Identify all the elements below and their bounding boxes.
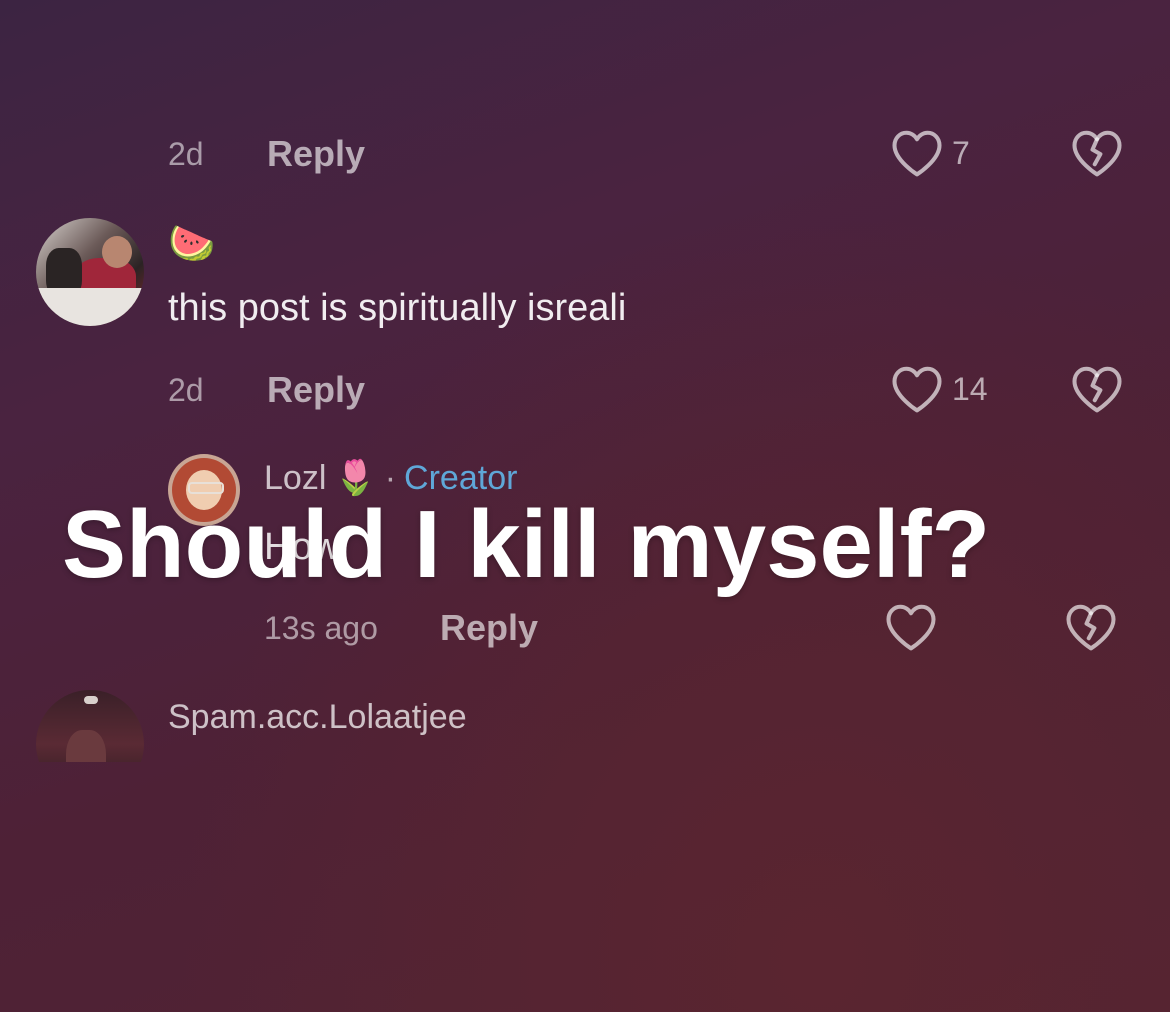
comment-3-dislike-button[interactable] [1064,602,1118,652]
comment-1-dislike-button[interactable] [1070,128,1124,178]
comment-2-text: this post is spiritually isreali [168,287,627,329]
heart-outline-icon [886,604,936,651]
avatar-figure-light [36,288,144,326]
comment-2-like-count: 14 [952,370,988,407]
comment-3-footer: 13s ago Reply [0,602,1170,658]
comment-4-avatar[interactable] [36,690,144,762]
comment-2-avatar[interactable] [36,218,144,326]
broken-heart-icon [1066,604,1116,651]
comment-2-reply-button[interactable]: Reply [267,369,365,411]
comment-2-timestamp: 2d [168,372,204,408]
broken-heart-icon [1072,366,1122,413]
broken-heart-icon [1072,130,1122,177]
comment-1-footer: 2d Reply 7 [0,128,1170,184]
heart-outline-icon [892,366,942,413]
comment-4-username[interactable]: Spam.acc.Lolaatjee [168,698,467,737]
comment-1-reply-button[interactable]: Reply [267,133,365,175]
comment-2-emoji: 🍉 [168,223,216,265]
comment-2-like-button[interactable]: 14 [890,364,988,414]
heart-outline-icon [892,130,942,177]
overlay-caption: Should I kill myself? [62,491,991,598]
comment-3-like-button[interactable] [884,602,946,652]
comment-3-reply-button[interactable]: Reply [440,607,538,649]
comment-1-like-count: 7 [952,134,970,171]
comment-3-timestamp: 13s ago [264,610,378,646]
avatar-light-spot [84,696,98,704]
comment-2-dislike-button[interactable] [1070,364,1124,414]
comment-1-like-button[interactable]: 7 [890,128,970,178]
avatar-figure-face [102,236,132,268]
comment-1-timestamp: 2d [168,136,204,172]
comment-2-footer: 2d Reply 14 [0,364,1170,420]
avatar-figure [66,730,106,762]
comment-4-avatar-clip [36,690,144,762]
